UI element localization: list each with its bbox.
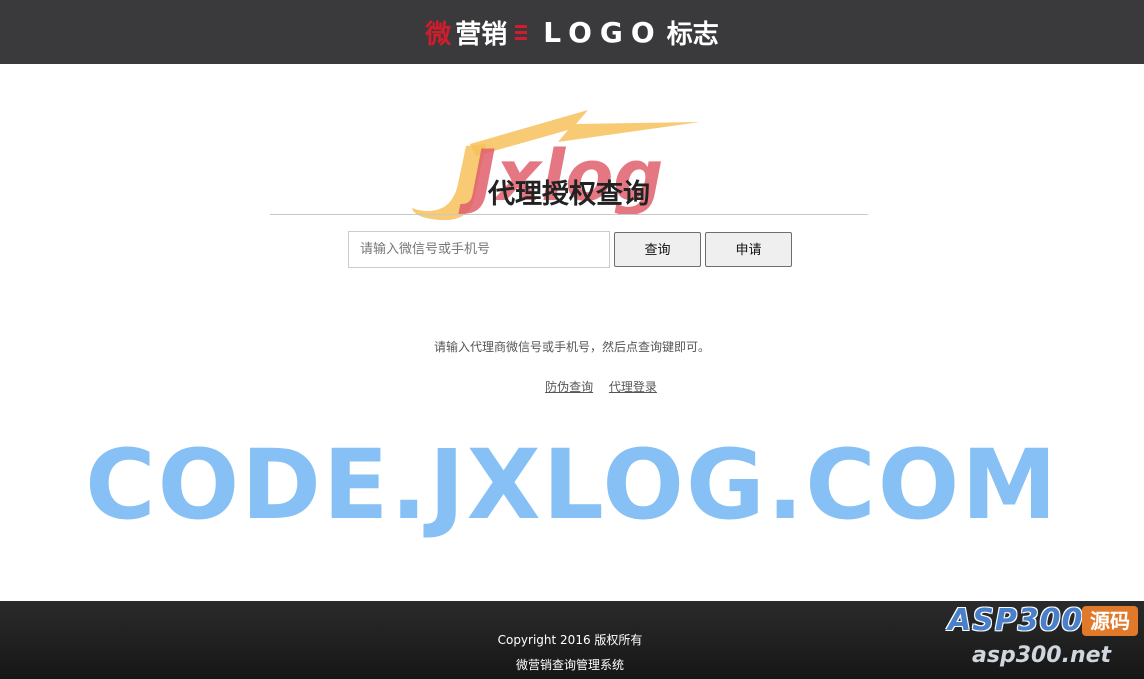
title-divider [270, 214, 868, 215]
search-input[interactable] [348, 231, 610, 268]
query-button[interactable]: 查询 [614, 232, 701, 267]
header-logo[interactable]: 微 营销 LOGO 标志 [425, 14, 718, 51]
top-header: 微 营销 LOGO 标志 [0, 0, 1144, 64]
badge-asp-text: ASP300 [948, 603, 1084, 638]
quick-links: 防伪查询 代理登录 [270, 378, 932, 395]
logo-tag: 标志 [666, 19, 719, 50]
footer: Copyright 2016 版权所有 微营销查询管理系统 ASP300 源码 … [0, 601, 1144, 679]
logo-red-char: 微 [425, 19, 452, 50]
badge-net-text: asp300.net [972, 643, 1112, 668]
agent-login-link[interactable]: 代理登录 [609, 380, 657, 394]
badge-yuan-text: 源码 [1082, 606, 1138, 636]
site-watermark: CODE.JXLOG.COM [85, 429, 1059, 541]
logo-brand: 营销 [455, 19, 508, 50]
logo-word: LOGO [543, 15, 663, 49]
asp300-badge: ASP300 源码 asp300.net [944, 601, 1140, 675]
apply-button[interactable]: 申请 [705, 232, 792, 267]
logo-bars-icon [515, 24, 528, 40]
anti-counterfeit-link[interactable]: 防伪查询 [545, 380, 593, 394]
query-hint: 请输入代理商微信号或手机号，然后点查询键即可。 [433, 340, 710, 354]
page-title: 代理授权查询 [488, 179, 650, 210]
